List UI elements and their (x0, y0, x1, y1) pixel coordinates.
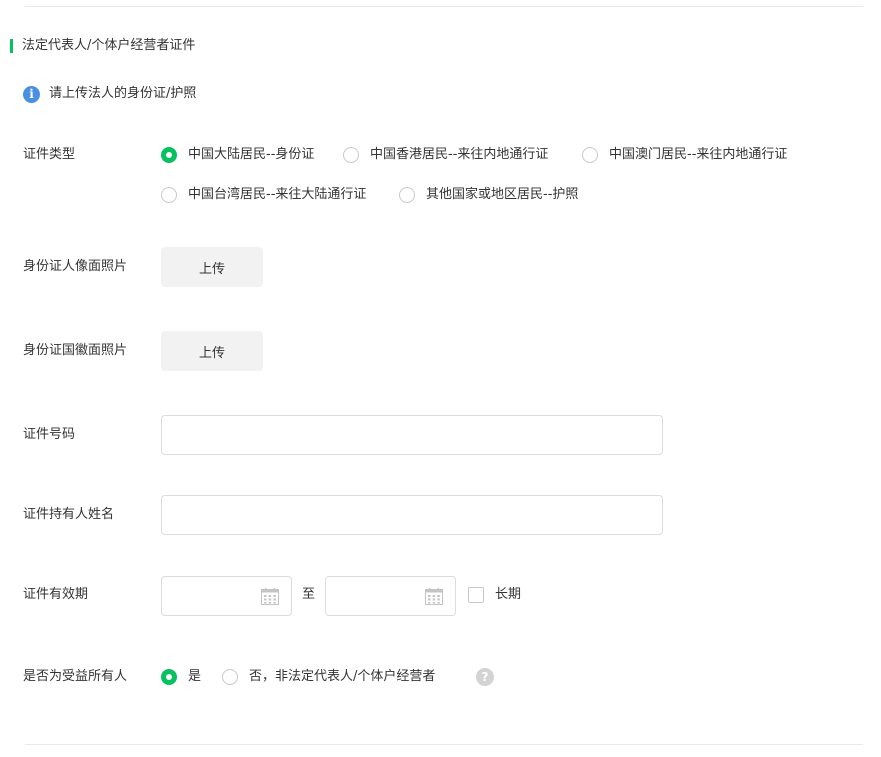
calendar-icon[interactable] (425, 588, 443, 605)
holder-name-label: 证件持有人姓名 (23, 507, 115, 522)
id-type-option-label: 中国澳门居民--来往内地通行证 (609, 147, 788, 162)
id-type-label: 证件类型 (23, 147, 76, 162)
radio-unchecked-icon[interactable] (343, 147, 359, 163)
id-number-input[interactable] (161, 415, 663, 455)
question-icon[interactable]: ? (476, 668, 494, 686)
section-title: 法定代表人/个体户经营者证件 (22, 38, 196, 53)
id-type-option-label: 其他国家或地区居民--护照 (426, 187, 579, 202)
id-type-option-passport[interactable]: 其他国家或地区居民--护照 (399, 185, 578, 205)
radio-unchecked-icon[interactable] (161, 187, 177, 203)
id-type-option-hongkong[interactable]: 中国香港居民--来往内地通行证 (343, 145, 548, 165)
id-number-label: 证件号码 (23, 427, 76, 442)
id-type-option-macau[interactable]: 中国澳门居民--来往内地通行证 (582, 145, 787, 165)
beneficiary-option-label: 是 (188, 669, 202, 684)
id-type-option-label: 中国大陆居民--身份证 (188, 147, 315, 162)
beneficiary-option-label: 否，非法定代表人/个体户经营者 (249, 669, 436, 684)
beneficiary-option-yes[interactable]: 是 (161, 667, 201, 687)
radio-unchecked-icon[interactable] (222, 669, 238, 685)
radio-unchecked-icon[interactable] (582, 147, 598, 163)
info-icon: i (23, 85, 40, 103)
validity-label: 证件有效期 (23, 587, 89, 602)
date-range-separator: 至 (302, 587, 316, 602)
id-back-label: 身份证国徽面照片 (23, 343, 128, 358)
radio-checked-icon[interactable] (161, 147, 177, 163)
section-accent-bar (10, 39, 13, 53)
validity-end-date-input[interactable] (325, 576, 456, 616)
id-type-option-taiwan[interactable]: 中国台湾居民--来往大陆通行证 (161, 185, 366, 205)
notice-text: 请上传法人的身份证/护照 (49, 86, 197, 101)
bottom-divider (25, 744, 863, 745)
long-term-option[interactable]: 长期 (468, 586, 521, 604)
validity-start-date-input[interactable] (161, 576, 292, 616)
upload-notice: i 请上传法人的身份证/护照 (23, 85, 196, 103)
id-type-option-label: 中国台湾居民--来往大陆通行证 (188, 187, 367, 202)
radio-checked-icon[interactable] (161, 669, 177, 685)
beneficiary-option-no[interactable]: 否，非法定代表人/个体户经营者 (222, 667, 435, 687)
long-term-label: 长期 (495, 587, 522, 602)
holder-name-input[interactable] (161, 495, 663, 535)
id-back-upload-button[interactable]: 上传 (161, 331, 263, 371)
beneficiary-label: 是否为受益所有人 (23, 669, 128, 684)
top-divider (25, 6, 863, 7)
long-term-checkbox[interactable] (468, 587, 484, 603)
id-front-upload-button[interactable]: 上传 (161, 247, 263, 287)
id-type-option-mainland[interactable]: 中国大陆居民--身份证 (161, 145, 314, 165)
id-front-label: 身份证人像面照片 (23, 259, 128, 274)
radio-unchecked-icon[interactable] (399, 187, 415, 203)
id-type-option-label: 中国香港居民--来往内地通行证 (370, 147, 549, 162)
calendar-icon[interactable] (261, 588, 279, 605)
